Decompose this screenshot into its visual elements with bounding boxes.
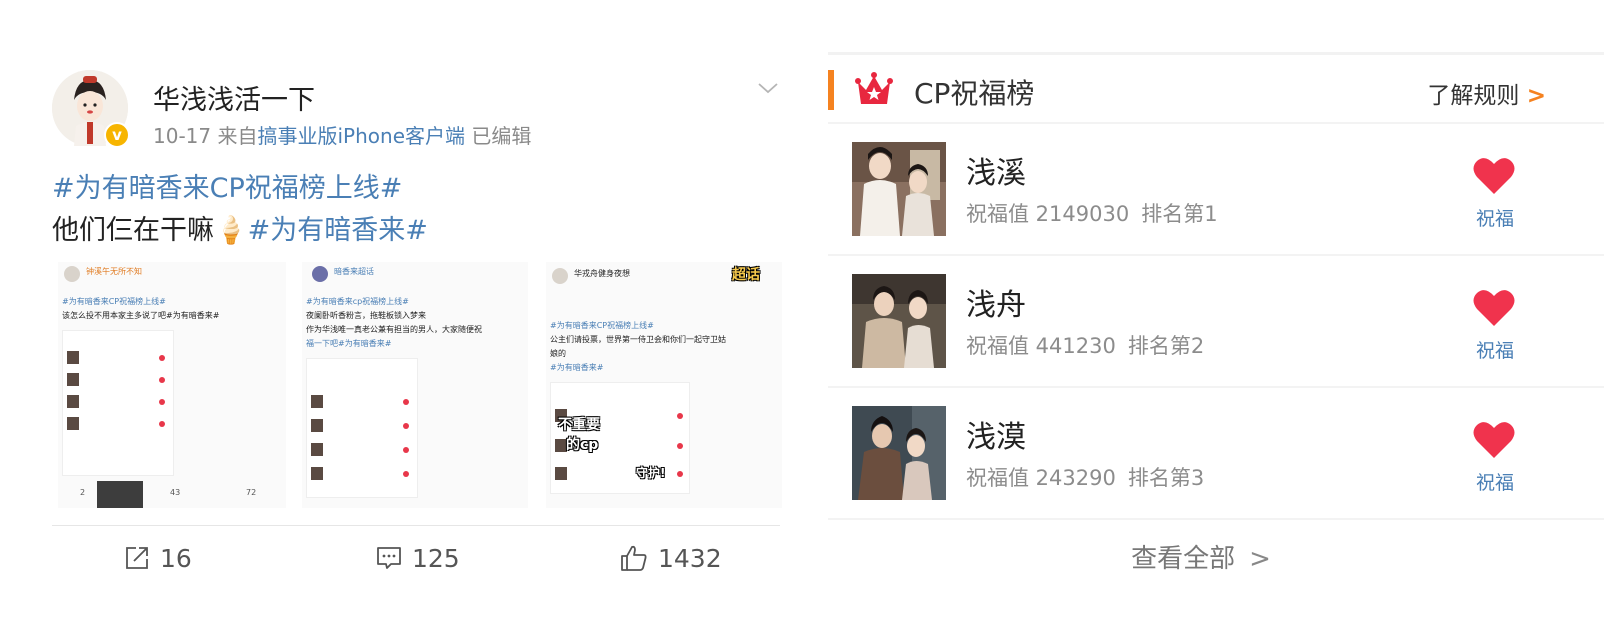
cp-name: 浅舟: [966, 288, 1026, 323]
verified-badge: v: [104, 122, 130, 148]
post-image-1[interactable]: 钟溪午无所不知 #为有暗香来CP祝福榜上线# 该怎么投不用本家主多说了吧#为有暗…: [58, 262, 286, 508]
mini-row: [311, 395, 411, 411]
cp-rank: 排名第1: [1141, 202, 1218, 226]
mini-username: 暗香来超话: [334, 267, 374, 276]
mini-row: [311, 419, 411, 435]
view-all-link[interactable]: 查看全部 >: [828, 538, 1604, 575]
mini-sticker: 不重要: [558, 417, 600, 433]
mini-row: [311, 467, 411, 483]
mini-line: 福一下吧#为有暗香来#: [306, 339, 392, 348]
rules-label: 了解规则: [1427, 83, 1520, 109]
mini-board-card: [306, 358, 418, 498]
mini-row: [67, 351, 167, 367]
post-hashtag[interactable]: #为有暗香来#: [248, 215, 428, 246]
bless-button[interactable]: 祝福: [1476, 204, 1514, 231]
post-username[interactable]: 华浅浅活一下: [153, 78, 315, 117]
mini-board-card: [62, 330, 174, 508]
rules-link[interactable]: 了解规则 >: [1427, 76, 1546, 110]
cp-blessing-value: 祝福值 441230: [966, 334, 1116, 358]
heart-icon[interactable]: [1472, 288, 1516, 328]
board-title: CP祝福榜: [914, 77, 1035, 110]
cp-stats: 祝福值 2149030 排名第1: [966, 198, 1218, 228]
post-time: 10-17 来自: [153, 124, 258, 148]
mini-row: [67, 373, 167, 389]
comment-icon: [377, 547, 401, 569]
cp-blessing-value: 祝福值 2149030: [966, 202, 1130, 226]
mini-row: [311, 443, 411, 459]
board-accent-bar: [828, 70, 834, 110]
crown-icon: [855, 72, 893, 104]
mini-line: #为有暗香来CP祝福榜上线#: [550, 321, 654, 330]
mini-line: #为有暗香来CP祝福榜上线#: [62, 297, 166, 306]
mini-line: 娘的: [550, 349, 566, 358]
comment-button[interactable]: 125: [376, 540, 460, 576]
mini-sticker: 的cp: [566, 437, 599, 453]
mini-avatar: [552, 268, 568, 284]
bless-button[interactable]: 祝福: [1476, 336, 1514, 363]
mini-line: 公主们请投票，世界第一侍卫会和你们一起守卫姑: [550, 335, 726, 344]
cp-name: 浅漠: [966, 420, 1026, 455]
board-divider: [828, 518, 1604, 520]
mini-line: #为有暗香来cp祝福榜上线#: [306, 297, 409, 306]
like-icon: [621, 545, 647, 571]
mini-line: 作为华浅唯一真老公兼有担当的男人，大家随便祝: [306, 325, 482, 334]
post-text-body: 他们仨在干嘛: [52, 215, 214, 246]
mini-sticker: 超话: [732, 267, 760, 283]
icecream-emoji: 🍦: [214, 215, 248, 246]
post-divider: [52, 525, 780, 526]
mini-avatar: [64, 266, 80, 282]
post-edited: 已编辑: [471, 124, 532, 148]
share-count: 16: [160, 543, 192, 573]
mini-share-count: 2: [80, 488, 86, 497]
cp-rank: 排名第3: [1127, 466, 1205, 490]
post-images: 钟溪午无所不知 #为有暗香来CP祝福榜上线# 该怎么投不用本家主多说了吧#为有暗…: [58, 262, 782, 508]
mini-line: #为有暗香来#: [550, 363, 604, 372]
chevron-down-icon[interactable]: [756, 76, 780, 100]
post-meta: 10-17 来自搞事业版iPhone客户端 已编辑: [153, 120, 531, 149]
cp-name: 浅溪: [966, 156, 1026, 191]
mini-row: [67, 417, 167, 433]
cp-blessing-board: CP祝福榜 了解规则 > 浅溪 祝福值 2149030 排名第1 祝福 浅舟 祝…: [828, 52, 1604, 628]
mini-row: [67, 395, 167, 411]
cp-photo: [852, 142, 946, 236]
post-text: 他们仨在干嘛🍦#为有暗香来#: [52, 208, 428, 247]
chevron-right-icon: >: [1526, 83, 1546, 109]
mini-row: [555, 467, 685, 483]
weibo-post: v 华浅浅活一下 10-17 来自搞事业版iPhone客户端 已编辑 #为有暗香…: [0, 0, 820, 628]
post-source[interactable]: 搞事业版iPhone客户端: [257, 124, 465, 148]
mini-sticker: 守护!: [636, 466, 666, 480]
cp-photo: [852, 406, 946, 500]
share-button[interactable]: 16: [124, 540, 192, 576]
cp-photo: [852, 274, 946, 368]
chevron-right-icon: >: [1249, 544, 1271, 574]
board-entry[interactable]: 浅漠 祝福值 243290 排名第3 祝福: [828, 386, 1604, 518]
heart-icon[interactable]: [1472, 420, 1516, 460]
mini-line: 该怎么投不用本家主多说了吧#为有暗香来#: [62, 311, 220, 320]
mini-line: 夜阑卧听香粉言，拖鞋板锁入梦来: [306, 311, 426, 320]
view-all-label: 查看全部: [1131, 544, 1236, 574]
board-entry[interactable]: 浅舟 祝福值 441230 排名第2 祝福: [828, 254, 1604, 386]
mini-avatar: [312, 266, 328, 282]
board-top-divider: [828, 52, 1604, 55]
mini-comment-count: 43: [170, 488, 181, 497]
mini-overlay: [97, 481, 143, 508]
cp-stats: 祝福值 441230 排名第2: [966, 330, 1204, 360]
mini-like-count: 72: [246, 488, 257, 497]
post-image-2[interactable]: 暗香来超话 #为有暗香来cp祝福榜上线# 夜阑卧听香粉言，拖鞋板锁入梦来 作为华…: [302, 262, 528, 508]
mini-username: 钟溪午无所不知: [86, 267, 142, 276]
mini-username: 华戎舟健身夜想: [574, 269, 630, 278]
like-button[interactable]: 1432: [620, 540, 722, 576]
heart-icon[interactable]: [1472, 156, 1516, 196]
bless-button[interactable]: 祝福: [1476, 468, 1514, 495]
post-topic[interactable]: #为有暗香来CP祝福榜上线#: [52, 166, 402, 205]
like-count: 1432: [658, 543, 722, 573]
share-icon: [126, 547, 148, 569]
post-image-3[interactable]: 华戎舟健身夜想 超话 #为有暗香来CP祝福榜上线# 公主们请投票，世界第一侍卫会…: [546, 262, 782, 508]
cp-blessing-value: 祝福值 243290: [966, 466, 1116, 490]
cp-rank: 排名第2: [1127, 334, 1205, 358]
cp-stats: 祝福值 243290 排名第3: [966, 462, 1204, 492]
board-entry[interactable]: 浅溪 祝福值 2149030 排名第1 祝福: [828, 122, 1604, 254]
comment-count: 125: [412, 543, 460, 573]
